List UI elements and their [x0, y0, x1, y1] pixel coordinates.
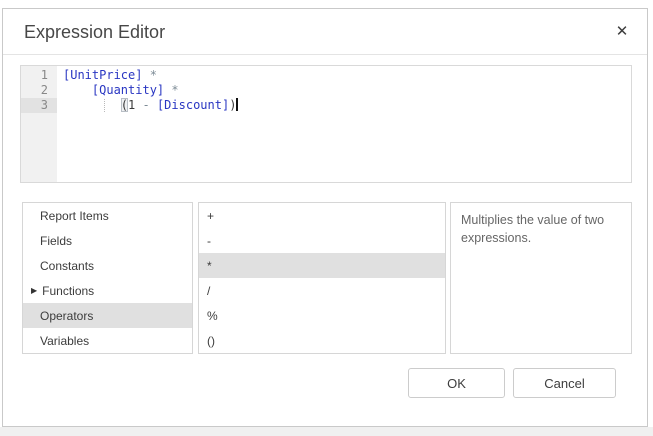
category-list: Report Items Fields Constants ▶ Functions…: [22, 202, 193, 354]
ok-button[interactable]: OK: [408, 368, 505, 398]
dialog-header: Expression Editor ✕: [3, 9, 647, 55]
cancel-button[interactable]: Cancel: [513, 368, 616, 398]
description-text: Multiplies the value of two expressions.: [461, 213, 604, 245]
list-item-variables[interactable]: Variables: [23, 328, 192, 353]
close-icon[interactable]: ✕: [609, 19, 635, 45]
expression-code-editor[interactable]: 1 2 3 [UnitPrice] * [Quantity] * (1 - [D…: [20, 65, 632, 183]
indent-guide: [104, 99, 105, 112]
operator-label: -: [207, 234, 211, 248]
list-item-label: Variables: [40, 334, 89, 348]
operator-label: (): [207, 334, 215, 348]
operator-list: + - * / % (): [198, 202, 446, 354]
list-item-label: Operators: [40, 309, 93, 323]
operator-token: *: [142, 68, 156, 82]
indent: [63, 83, 92, 97]
list-item-label: Constants: [40, 259, 94, 273]
list-item-report-items[interactable]: Report Items: [23, 203, 192, 228]
page-background-strip: [0, 427, 653, 436]
line-number-gutter: 1 2 3: [21, 66, 57, 182]
operator-token: -: [135, 98, 157, 112]
code-line-2: [Quantity] *: [63, 83, 631, 98]
text-caret: [236, 98, 238, 111]
field-token: [Discount]: [157, 98, 229, 112]
line-number: 2: [21, 83, 57, 98]
indent: [63, 98, 121, 112]
list-item-fields[interactable]: Fields: [23, 228, 192, 253]
operator-item-divide[interactable]: /: [199, 278, 445, 303]
expand-arrow-icon[interactable]: ▶: [31, 286, 37, 295]
field-token: [UnitPrice]: [63, 68, 142, 82]
code-line-1: [UnitPrice] *: [63, 68, 631, 83]
list-item-operators[interactable]: Operators: [23, 303, 192, 328]
operator-label: %: [207, 309, 218, 323]
description-panel: Multiplies the value of two expressions.: [450, 202, 632, 354]
line-number-active: 3: [21, 98, 57, 113]
list-item-label: Functions: [42, 284, 94, 298]
line-number: 1: [21, 68, 57, 83]
operator-label: *: [207, 259, 212, 273]
operator-item-modulo[interactable]: %: [199, 303, 445, 328]
dialog-title: Expression Editor: [24, 9, 165, 55]
field-token: [Quantity]: [92, 83, 164, 97]
list-item-constants[interactable]: Constants: [23, 253, 192, 278]
operator-item-plus[interactable]: +: [199, 203, 445, 228]
operator-token: *: [164, 83, 178, 97]
expression-editor-dialog: Expression Editor ✕ 1 2 3 [UnitPrice] * …: [2, 8, 648, 427]
operator-label: /: [207, 284, 210, 298]
operator-label: +: [207, 209, 214, 223]
matched-paren: (: [121, 98, 128, 112]
operator-item-multiply[interactable]: *: [199, 253, 445, 278]
operator-item-minus[interactable]: -: [199, 228, 445, 253]
list-item-label: Fields: [40, 234, 72, 248]
code-line-3: (1 - [Discount]): [63, 98, 631, 113]
operator-item-parentheses[interactable]: (): [199, 328, 445, 353]
code-area: [UnitPrice] * [Quantity] * (1 - [Discoun…: [57, 66, 631, 182]
list-item-functions[interactable]: ▶ Functions: [23, 278, 192, 303]
close-paren: ): [229, 98, 236, 112]
list-item-label: Report Items: [40, 209, 109, 223]
